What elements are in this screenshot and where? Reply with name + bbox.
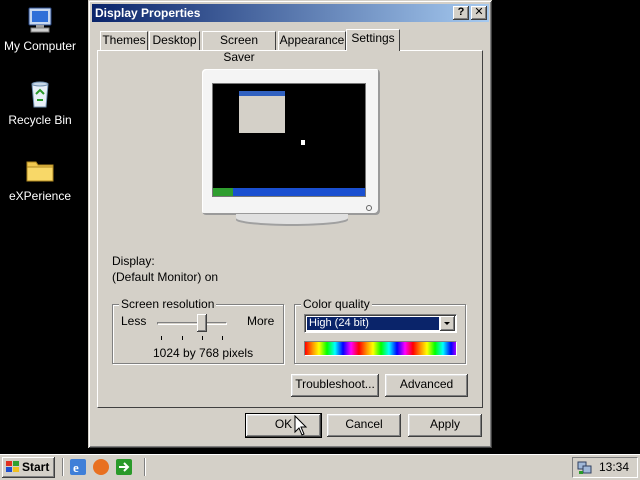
- taskbar-separator: [62, 458, 64, 476]
- desktop-icon-experience[interactable]: eXPerience: [0, 154, 80, 203]
- recycle-bin-icon: [24, 78, 56, 110]
- tab-settings[interactable]: Settings: [346, 29, 400, 51]
- tab-screen-saver[interactable]: Screen Saver: [202, 31, 276, 64]
- troubleshoot-button[interactable]: Troubleshoot...: [291, 374, 379, 397]
- display-label: Display:: [112, 254, 155, 268]
- arrow-icon[interactable]: [116, 459, 132, 475]
- firefox-icon[interactable]: [93, 459, 109, 475]
- resolution-more-label: More: [247, 314, 275, 328]
- taskbar-separator: [144, 458, 146, 476]
- taskbar: Start e 13:34: [0, 454, 640, 480]
- svg-text:e: e: [73, 460, 79, 475]
- ok-button[interactable]: OK: [245, 413, 322, 438]
- monitor-preview: [202, 69, 380, 215]
- desktop-icon-recycle-bin[interactable]: Recycle Bin: [0, 78, 80, 127]
- preview-window: [239, 91, 285, 133]
- mouse-cursor-icon: [294, 415, 308, 436]
- preview-taskbar: [213, 188, 365, 196]
- system-tray: 13:34: [572, 457, 638, 478]
- title-bar[interactable]: Display Properties ? ✕: [92, 4, 489, 22]
- start-button[interactable]: Start: [2, 457, 55, 478]
- tab-themes[interactable]: Themes: [100, 31, 148, 50]
- help-button[interactable]: ?: [453, 6, 469, 20]
- clock[interactable]: 13:34: [599, 458, 629, 477]
- color-quality-select[interactable]: High (24 bit): [304, 314, 457, 333]
- slider-tick: [202, 336, 203, 340]
- resolution-less-label: Less: [121, 314, 147, 328]
- resolution-slider-thumb[interactable]: [197, 314, 207, 332]
- desktop-icon-label: My Computer: [3, 39, 77, 53]
- group-title: Color quality: [301, 297, 372, 311]
- color-quality-selected: High (24 bit): [306, 316, 440, 331]
- group-title: Screen resolution: [119, 297, 217, 311]
- tab-appearance[interactable]: Appearance: [278, 31, 346, 50]
- monitor-screen: [212, 83, 366, 197]
- color-spectrum-bar: [304, 341, 457, 356]
- resolution-value: 1024 by 768 pixels: [153, 346, 254, 360]
- desktop-icon-my-computer[interactable]: My Computer: [0, 4, 80, 53]
- folder-icon: [24, 154, 56, 186]
- desktop-icon-label: eXPerience: [8, 189, 72, 203]
- slider-tick: [222, 336, 223, 340]
- chevron-down-icon[interactable]: [440, 316, 455, 331]
- tab-desktop[interactable]: Desktop: [149, 31, 200, 50]
- close-button[interactable]: ✕: [471, 6, 487, 20]
- resolution-slider-track[interactable]: [157, 322, 227, 325]
- desktop-icon-label: Recycle Bin: [8, 113, 72, 127]
- windows-logo-icon: [6, 461, 19, 472]
- network-icon[interactable]: [577, 460, 593, 475]
- advanced-button[interactable]: Advanced: [385, 374, 468, 397]
- dialog-title: Display Properties: [95, 6, 201, 20]
- slider-tick: [182, 336, 183, 340]
- power-button-icon: [366, 205, 372, 211]
- internet-explorer-icon[interactable]: e: [70, 459, 86, 475]
- preview-cursor-icon: [301, 140, 305, 145]
- monitor-stand: [236, 214, 348, 226]
- start-label: Start: [22, 460, 50, 474]
- cancel-button[interactable]: Cancel: [327, 414, 401, 437]
- slider-tick: [161, 336, 162, 340]
- apply-button[interactable]: Apply: [408, 414, 482, 437]
- computer-icon: [24, 4, 56, 36]
- preview-start-button: [213, 188, 233, 196]
- display-value: (Default Monitor) on: [112, 270, 219, 284]
